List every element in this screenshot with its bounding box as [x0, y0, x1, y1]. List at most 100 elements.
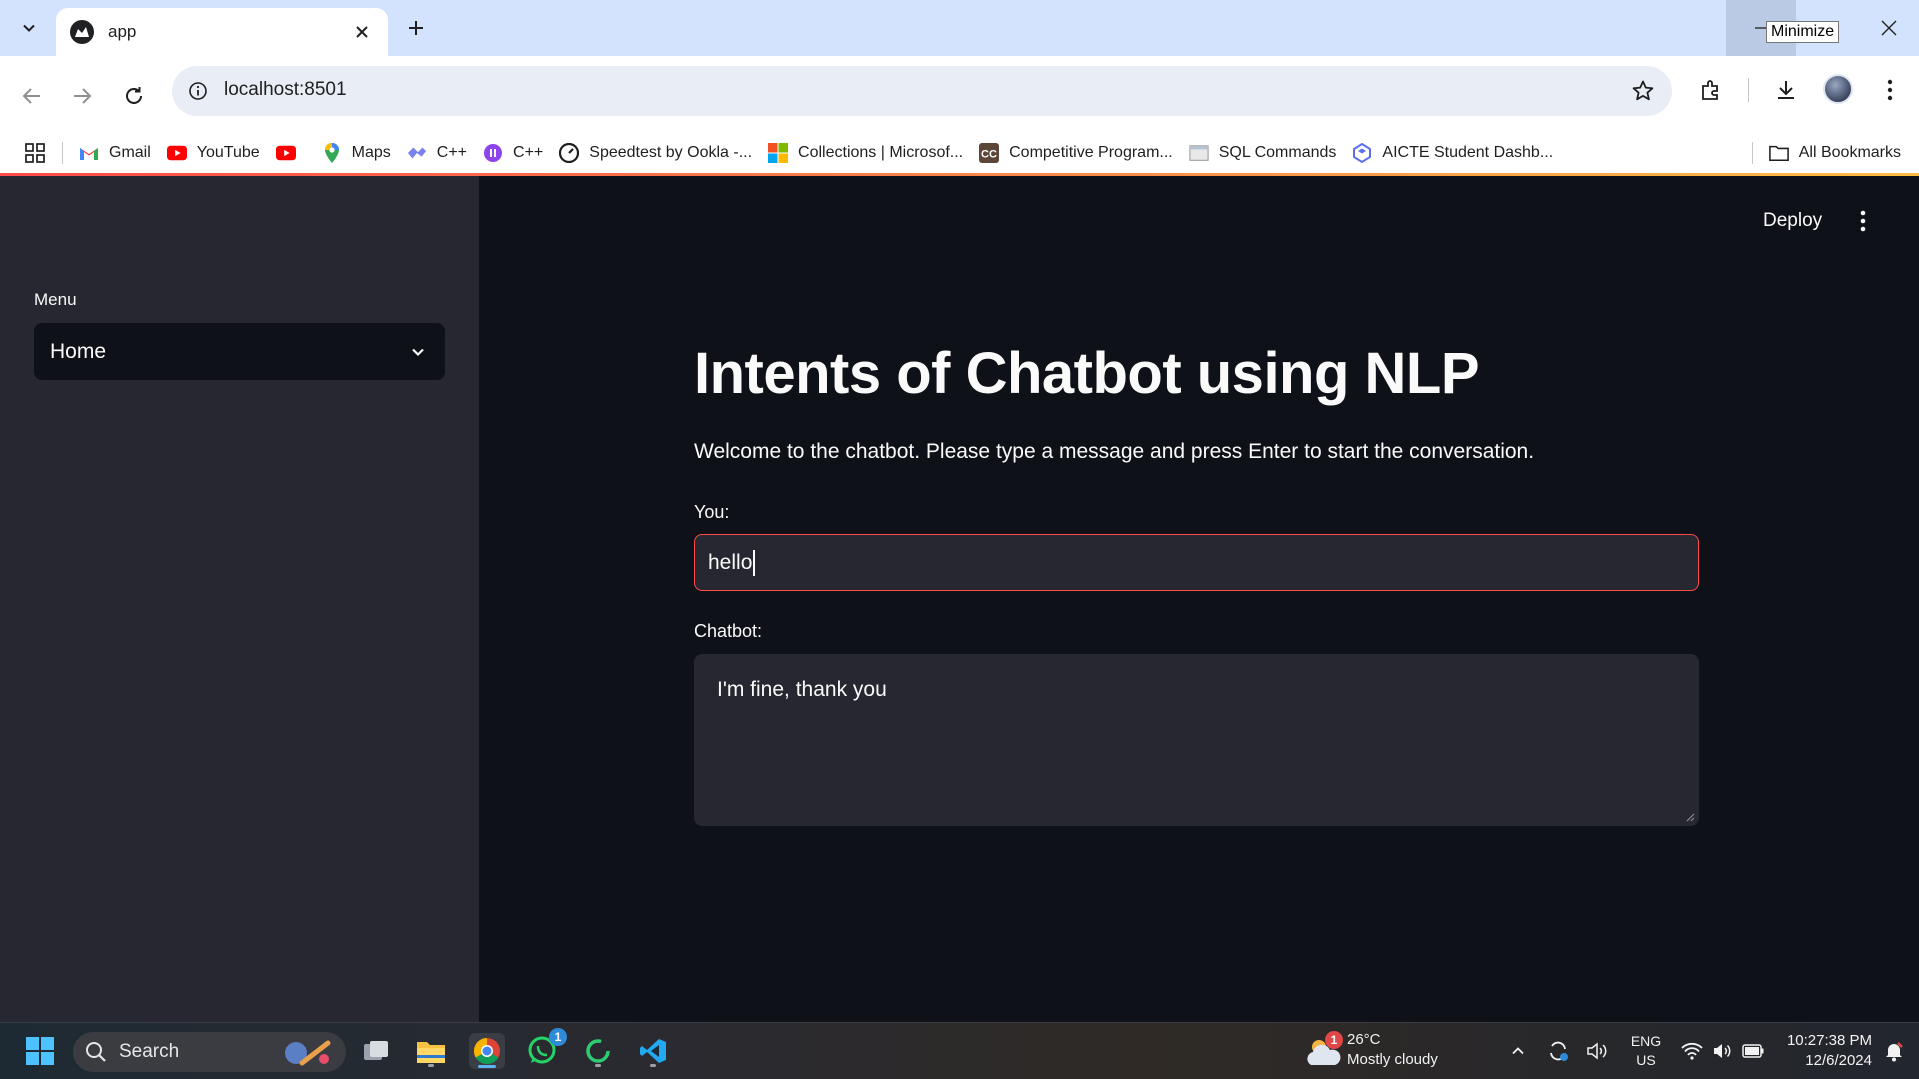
- address-bar[interactable]: localhost:8501: [172, 66, 1672, 116]
- speedtest-icon: [559, 143, 580, 163]
- sync-icon[interactable]: [1540, 1033, 1576, 1069]
- bookmark-cpp-1[interactable]: C++: [399, 136, 475, 170]
- bookmark-youtube-2[interactable]: [268, 136, 314, 170]
- task-view-icon[interactable]: [358, 1033, 394, 1069]
- running-indicator: [650, 1064, 656, 1067]
- bookmark-label: C++: [436, 144, 468, 161]
- site-info-icon[interactable]: [182, 75, 214, 107]
- main-menu-icon[interactable]: [1853, 208, 1873, 234]
- profile-avatar[interactable]: [1823, 74, 1853, 104]
- language-code: ENG: [1630, 1033, 1662, 1049]
- browser-toolbar: localhost:8501 Gmail YouTube Maps C++ C+…: [0, 56, 1919, 180]
- streamlit-favicon-icon: [70, 20, 94, 44]
- close-tab-icon[interactable]: [350, 20, 374, 44]
- system-clock[interactable]: 10:27:38 PM 12/6/2024: [1772, 1031, 1872, 1071]
- url-text: localhost:8501: [224, 79, 347, 100]
- chevron-down-icon: [407, 341, 429, 363]
- running-indicator: [428, 1064, 434, 1067]
- bookmark-maps[interactable]: Maps: [314, 136, 399, 170]
- apps-grid-icon[interactable]: [0, 136, 54, 170]
- bookmarks-bar: Gmail YouTube Maps C++ C++ Speedtest by …: [0, 128, 1919, 178]
- user-message-input[interactable]: hello: [694, 534, 1699, 591]
- menu-select[interactable]: Home: [34, 323, 445, 380]
- notification-bell-icon[interactable]: [1876, 1033, 1912, 1069]
- bookmark-speedtest[interactable]: Speedtest by Ookla -...: [551, 136, 760, 170]
- weather-badge: 1: [1325, 1031, 1343, 1049]
- bookmark-label: SQL Commands: [1218, 144, 1337, 161]
- aicte-icon: [1352, 143, 1372, 163]
- bookmark-competitive-programming[interactable]: CC Competitive Program...: [971, 136, 1181, 170]
- youtube-icon: [275, 143, 296, 163]
- menu-label: Menu: [34, 290, 77, 309]
- cpp-icon: [483, 143, 503, 163]
- svg-text:CC: CC: [981, 149, 997, 161]
- all-bookmarks-button[interactable]: All Bookmarks: [1736, 136, 1909, 170]
- resize-grip-icon[interactable]: [1685, 812, 1695, 822]
- bookmark-star-icon[interactable]: [1630, 78, 1656, 104]
- bookmark-label: Collections | Microsof...: [798, 144, 964, 161]
- file-explorer-icon[interactable]: [413, 1033, 449, 1069]
- bookmark-cpp-2[interactable]: C++: [475, 136, 551, 170]
- window-close-button[interactable]: [1858, 0, 1919, 56]
- back-arrow-icon: [22, 88, 40, 104]
- menu-selected-value: Home: [50, 339, 107, 363]
- whatsapp-icon[interactable]: 1: [524, 1028, 567, 1069]
- minimize-tooltip: Minimize: [1766, 21, 1840, 43]
- tab-search-button[interactable]: [12, 10, 46, 46]
- plus-icon: [409, 21, 423, 35]
- weather-description: Mostly cloudy: [1347, 1051, 1438, 1068]
- battery-icon[interactable]: [1735, 1033, 1771, 1069]
- bookmark-gmail[interactable]: Gmail: [71, 136, 159, 170]
- language-indicator[interactable]: ENG US: [1624, 1032, 1668, 1070]
- folder-icon: [1768, 143, 1789, 163]
- vscode-icon[interactable]: [635, 1033, 671, 1069]
- deploy-button[interactable]: Deploy: [1763, 210, 1822, 232]
- bookmark-label: Competitive Program...: [1009, 144, 1173, 161]
- toolbar-divider: [1748, 78, 1749, 102]
- back-button[interactable]: [12, 76, 52, 116]
- gmail-icon: [79, 143, 99, 163]
- chrome-taskbar-icon[interactable]: [469, 1033, 505, 1069]
- bookmark-label: YouTube: [196, 144, 260, 161]
- active-indicator: [478, 1065, 496, 1068]
- browser-tab-app[interactable]: app: [56, 8, 388, 56]
- user-message-value: hello: [708, 550, 753, 574]
- bookmark-collections[interactable]: Collections | Microsof...: [760, 136, 971, 170]
- bookmark-aicte[interactable]: AICTE Student Dashb...: [1344, 136, 1561, 170]
- close-icon: [1881, 20, 1896, 36]
- taskbar-search-label: Search: [119, 1041, 180, 1062]
- taskbar-search-box[interactable]: Search: [73, 1032, 346, 1072]
- you-label: You:: [694, 502, 730, 522]
- microsoft-icon: [768, 143, 789, 163]
- clock-date: 12/6/2024: [1805, 1052, 1872, 1069]
- search-icon: [86, 1042, 106, 1062]
- chatbot-response-text: I'm fine, thank you: [717, 678, 887, 701]
- weather-widget[interactable]: 1 26°C Mostly cloudy: [1305, 1029, 1475, 1073]
- app-ring-icon[interactable]: [580, 1033, 616, 1069]
- sidebar: Menu Home: [0, 176, 479, 1022]
- chevron-down-icon: [23, 24, 35, 32]
- extensions-icon[interactable]: [1693, 72, 1729, 108]
- chatbot-label: Chatbot:: [694, 621, 763, 641]
- chevron-up-icon[interactable]: [1500, 1033, 1536, 1069]
- page-icon: [1189, 143, 1209, 163]
- bookmark-sql-commands[interactable]: SQL Commands: [1181, 136, 1345, 170]
- weather-temperature: 26°C: [1347, 1031, 1381, 1048]
- reload-button[interactable]: [114, 76, 154, 116]
- codechef-icon: CC: [979, 143, 1000, 163]
- bookmark-label: Gmail: [109, 144, 151, 161]
- text-caret: [753, 549, 756, 576]
- speaker-icon[interactable]: [1579, 1033, 1615, 1069]
- bookmark-label: Maps: [351, 144, 391, 161]
- downloads-icon[interactable]: [1768, 72, 1804, 108]
- chrome-menu-icon[interactable]: [1872, 72, 1908, 108]
- whatsapp-badge: 1: [549, 1028, 567, 1046]
- bookmark-label: C++: [513, 144, 544, 161]
- new-tab-button[interactable]: [400, 12, 432, 44]
- forward-button[interactable]: [62, 76, 102, 116]
- bookmarks-divider: [1751, 142, 1753, 164]
- bookmark-youtube[interactable]: YouTube: [159, 136, 268, 170]
- windows-start-icon[interactable]: [22, 1033, 58, 1069]
- chatbot-response-textarea[interactable]: I'm fine, thank you: [694, 654, 1699, 826]
- bookmarks-divider: [62, 142, 63, 164]
